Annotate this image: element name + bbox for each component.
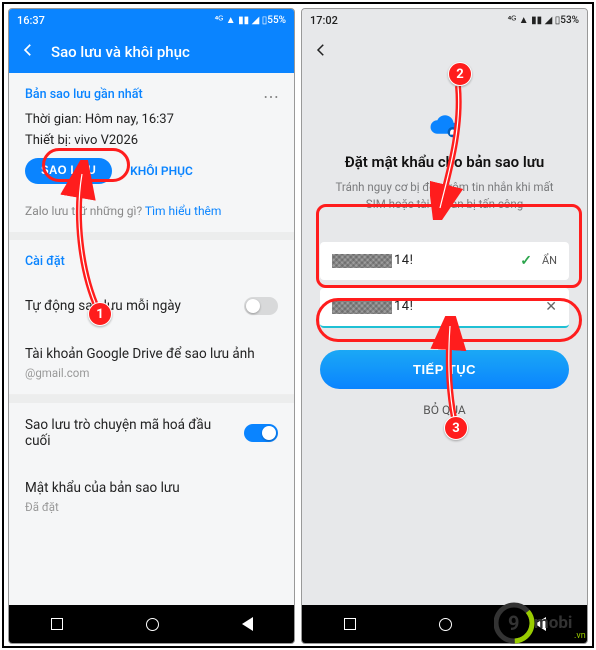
backup-password-row[interactable]: Mật khẩu của bản sao lưu Đã đặt [9,463,294,528]
auto-backup-toggle[interactable] [244,297,278,315]
hint-row: Zalo lưu trữ những gì? Tìm hiểu thêm [9,194,294,232]
clear-icon[interactable]: ✕ [545,299,557,315]
nav-recent-icon[interactable] [344,618,356,630]
section-settings: Cài đặt [9,240,294,283]
content: ⋯ Bản sao lưu gần nhất Thời gian: Hôm na… [9,73,294,605]
status-icons: ⁴ᴳ ▲ ▮▮ ◢ ▯55% [215,15,286,26]
header: Sao lưu và khôi phục [9,31,294,73]
e2e-label: Sao lưu trò chuyện mã hoá đầu cuối [25,417,215,449]
cloud-lock-icon [428,113,462,141]
page-title: Sao lưu và khôi phục [51,43,190,61]
page-title: Đặt mật khẩu cho bản sao lưu [320,153,569,171]
back-icon[interactable] [19,41,37,63]
nav-recent-icon[interactable] [51,618,63,630]
gdrive-label: Tài khoản Google Drive để sao lưu ảnh [25,346,255,362]
e2e-row[interactable]: Sao lưu trò chuyện mã hoá đầu cuối [9,403,294,463]
hint-text: Zalo lưu trữ những gì? [25,204,145,218]
more-icon[interactable]: ⋯ [263,87,280,106]
auto-backup-row[interactable]: Tự động sao lưu mỗi ngày [9,283,294,329]
nav-back-icon[interactable] [242,617,253,631]
backup-password-label: Mật khẩu của bản sao lưu [25,480,180,496]
watermark-suffix: .vn [574,631,586,641]
content: Đặt mật khẩu cho bản sao lưu Tránh nguy … [302,73,587,605]
learn-more-link[interactable]: Tìm hiểu thêm [145,204,222,218]
watermark-text: mobi [534,613,572,633]
e2e-toggle[interactable] [244,424,278,442]
backup-button[interactable]: SAO LƯU [25,158,112,184]
hide-password-link[interactable]: ẨN [542,254,557,267]
divider [9,395,294,403]
password-value: 14! [394,253,413,268]
backup-time: Thời gian: Hôm nay, 16:37 [25,112,278,127]
nav-home-icon[interactable] [146,618,159,631]
phone-right: 17:02 ⁴ᴳ ▲ ▮▮ ◢ ▯53% Đặt mật khẩu cho bả… [301,8,588,644]
section-title: Bản sao lưu gần nhất [25,87,278,102]
password-confirm-value: 14! [394,299,413,314]
status-bar: 16:37 ⁴ᴳ ▲ ▮▮ ◢ ▯55% [9,9,294,31]
watermark-digit: 9 [508,611,519,635]
check-icon: ✓ [520,253,532,269]
divider [9,232,294,240]
header [302,31,587,73]
status-time: 16:37 [17,14,45,27]
password-input[interactable]: 14! ✓ ẨN [320,242,569,280]
status-bar: 17:02 ⁴ᴳ ▲ ▮▮ ◢ ▯53% [302,9,587,31]
gdrive-row[interactable]: Tài khoản Google Drive để sao lưu ảnh @g… [9,329,294,395]
backup-password-status: Đã đặt [25,500,278,514]
phone-left: 16:37 ⁴ᴳ ▲ ▮▮ ◢ ▯55% Sao lưu và khôi phụ… [8,8,295,644]
status-time: 17:02 [310,14,338,27]
section-title: Cài đặt [25,254,278,269]
skip-link[interactable]: BỎ QUA [423,403,465,417]
page-description: Tránh nguy cơ bị đọc trộm tin nhắn khi m… [320,179,569,214]
gdrive-value: @gmail.com [25,366,89,380]
watermark: 9 mobi .vn [494,602,590,648]
section-recent-backup: ⋯ Bản sao lưu gần nhất Thời gian: Hôm na… [9,73,294,194]
restore-button[interactable]: KHÔI PHỤC [130,164,193,178]
password-confirm-input[interactable]: 14! ✕ [320,288,569,328]
continue-button[interactable]: TIẾP TỤC [320,350,569,389]
auto-backup-label: Tự động sao lưu mỗi ngày [25,298,181,314]
android-navbar [9,605,294,643]
back-icon[interactable] [312,41,330,63]
nav-home-icon[interactable] [439,618,452,631]
backup-device: Thiết bị: vivo V2026 [25,133,278,148]
status-icons: ⁴ᴳ ▲ ▮▮ ◢ ▯53% [508,15,579,26]
